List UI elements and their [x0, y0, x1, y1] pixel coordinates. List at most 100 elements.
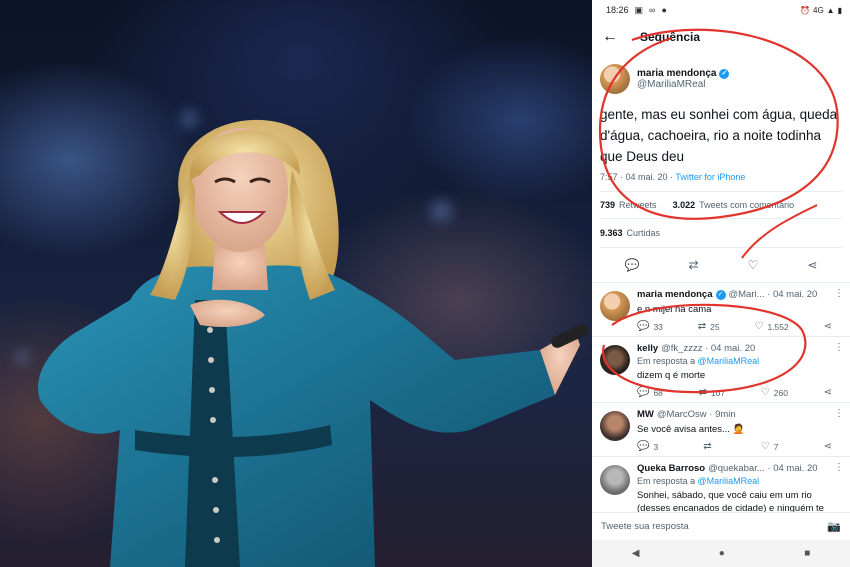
- reply-to-prefix: Em resposta a: [637, 476, 698, 486]
- reply-to-mention[interactable]: @MariliaMReal: [698, 476, 760, 486]
- likes-label: Curtidas: [626, 228, 661, 238]
- status-bar: 18:26 ▣ ∞ ● ⏰ 4G ▲ ▮: [592, 0, 850, 20]
- like-count: 7: [773, 441, 779, 452]
- more-icon[interactable]: ⋮: [834, 342, 844, 353]
- reply-icon: 💬: [637, 441, 650, 452]
- share-button[interactable]: ⋖: [824, 321, 832, 332]
- android-nav-bar: ◀ ● ■: [592, 540, 850, 567]
- reply-to-mention[interactable]: @MariliaMReal: [698, 356, 760, 366]
- tweet-timestamp: 7:57 · 04 mai. 20 ·: [600, 172, 676, 182]
- battery-icon: ▮: [837, 5, 842, 15]
- retweet-count: 25: [710, 321, 720, 332]
- reply-actions: 💬 68 ⇄ 107 ♡ 260 ⋖: [637, 387, 842, 398]
- tweet-source[interactable]: Twitter for iPhone: [675, 172, 745, 182]
- reply-tweet[interactable]: kelly @fk_zzzz · 04 mai. 20 Em resposta …: [592, 337, 850, 403]
- quotes-count: 3.022: [672, 200, 696, 210]
- alarm-icon: ⏰: [800, 5, 810, 15]
- share-button[interactable]: ⋖: [824, 441, 832, 452]
- retweet-icon: ⇄: [698, 387, 707, 398]
- singer-figure: [38, 119, 589, 567]
- circle-icon: ●: [661, 5, 667, 15]
- notification-icon: ▣: [634, 4, 644, 15]
- like-count: 1.552: [767, 321, 789, 332]
- avatar[interactable]: [600, 345, 630, 375]
- retweet-icon[interactable]: ⇄: [689, 258, 699, 272]
- avatar[interactable]: [600, 64, 630, 94]
- share-icon: ⋖: [823, 441, 832, 452]
- like-icon: ♡: [754, 321, 764, 332]
- likes-stats[interactable]: 9.363 Curtidas: [600, 219, 842, 248]
- reply-author-name: kelly: [637, 343, 659, 354]
- avatar[interactable]: [600, 291, 630, 321]
- like-button[interactable]: ♡ 7: [761, 441, 779, 452]
- camera-icon[interactable]: 📷: [827, 520, 841, 533]
- verified-badge-icon: ✓: [719, 68, 730, 79]
- singer-photo: [0, 0, 592, 567]
- reply-icon[interactable]: 💬: [625, 258, 640, 272]
- nav-recents-icon[interactable]: ■: [804, 548, 810, 559]
- compose-placeholder[interactable]: Tweete sua resposta: [601, 521, 689, 532]
- retweet-button[interactable]: ⇄ 107: [699, 387, 726, 398]
- reply-text: Se você avisa antes... 🤦: [637, 424, 745, 435]
- retweet-icon: ⇄: [703, 441, 712, 452]
- reply-actions: 💬 33 ⇄ 25 ♡ 1.552 ⋖: [637, 321, 842, 332]
- share-icon: ⋖: [823, 321, 832, 332]
- more-icon[interactable]: ⋮: [834, 408, 844, 419]
- page-title: Sequência: [640, 30, 701, 44]
- share-icon[interactable]: ⋖: [807, 258, 817, 272]
- link-icon: ∞: [649, 5, 656, 15]
- more-icon[interactable]: ⋮: [834, 288, 844, 299]
- reply-button[interactable]: 💬 33: [637, 321, 663, 332]
- share-button[interactable]: ⋖: [824, 387, 832, 398]
- reply-meta: @fk_zzzz · 04 mai. 20: [661, 343, 756, 354]
- reply-meta: @Mari... · 04 mai. 20: [728, 289, 818, 300]
- avatar[interactable]: [600, 411, 630, 441]
- like-button[interactable]: ♡ 1.552: [755, 321, 789, 332]
- nav-home-icon[interactable]: ●: [719, 548, 725, 559]
- reply-actions: 💬 3 ⇄ ♡ 7 ⋖: [637, 441, 842, 452]
- reply-composer[interactable]: Tweete sua resposta 📷: [592, 512, 850, 540]
- reply-icon: 💬: [637, 387, 650, 398]
- quotes-label: Tweets com comentário: [699, 200, 795, 210]
- back-arrow-icon[interactable]: ←: [602, 28, 618, 46]
- like-count: 260: [773, 387, 788, 398]
- reply-tweet[interactable]: maria mendonça ✓ @Mari... · 04 mai. 20 e…: [592, 283, 850, 337]
- retweet-stats[interactable]: 739 Retweets 3.022 Tweets com comentário: [600, 192, 842, 219]
- author-name: maria mendonça: [637, 68, 717, 79]
- more-icon[interactable]: ⋮: [834, 462, 844, 473]
- twitter-thread-screenshot: 18:26 ▣ ∞ ● ⏰ 4G ▲ ▮ ← Sequência maria m…: [592, 0, 850, 567]
- reply-author-name: Queka Barroso: [637, 463, 706, 474]
- like-icon: ♡: [760, 441, 770, 452]
- reply-author-name: MW: [637, 409, 654, 420]
- retweets-label: Retweets: [619, 200, 657, 210]
- reply-tweet[interactable]: Queka Barroso @quekabar... · 04 mai. 20 …: [592, 457, 850, 519]
- retweet-count: 107: [710, 387, 726, 398]
- nav-back-icon[interactable]: ◀: [632, 548, 640, 559]
- reply-to-prefix: Em resposta a: [637, 356, 698, 366]
- signal-icon: ▲: [826, 5, 835, 15]
- reply-to-line: Em resposta a @MariliaMReal: [637, 356, 842, 366]
- like-icon[interactable]: ♡: [748, 258, 759, 272]
- avatar[interactable]: [600, 465, 630, 495]
- likes-count: 9.363: [600, 228, 623, 238]
- reply-tweet[interactable]: MW @MarcOsw · 9min Se você avisa antes..…: [592, 403, 850, 457]
- main-tweet: maria mendonça ✓ @MariliaMReal gente, ma…: [592, 54, 850, 283]
- verified-badge-icon: ✓: [715, 289, 726, 300]
- reply-count: 3: [653, 441, 659, 452]
- tweet-text: gente, mas eu sonhei com água, queda d'á…: [600, 107, 838, 164]
- retweet-button[interactable]: ⇄: [703, 441, 715, 452]
- reply-author-name: maria mendonça: [637, 289, 713, 300]
- share-icon: ⋖: [823, 387, 832, 398]
- retweets-count: 739: [600, 200, 616, 210]
- like-button[interactable]: ♡ 260: [761, 387, 788, 398]
- reply-button[interactable]: 💬 3: [637, 441, 658, 452]
- tweet-meta: 7:57 · 04 mai. 20 · Twitter for iPhone: [600, 172, 842, 192]
- reply-text: dizem q é morte: [637, 370, 706, 381]
- tweet-actions: 💬 ⇄ ♡ ⋖: [600, 248, 842, 282]
- author-handle: @MariliaMReal: [637, 79, 706, 90]
- reply-to-line: Em resposta a @MariliaMReal: [637, 476, 842, 486]
- retweet-button[interactable]: ⇄ 25: [698, 321, 720, 332]
- reply-button[interactable]: 💬 68: [637, 387, 663, 398]
- tweet-author[interactable]: maria mendonça ✓ @MariliaMReal: [600, 60, 842, 98]
- reply-text: e n mijei na cama: [637, 304, 712, 315]
